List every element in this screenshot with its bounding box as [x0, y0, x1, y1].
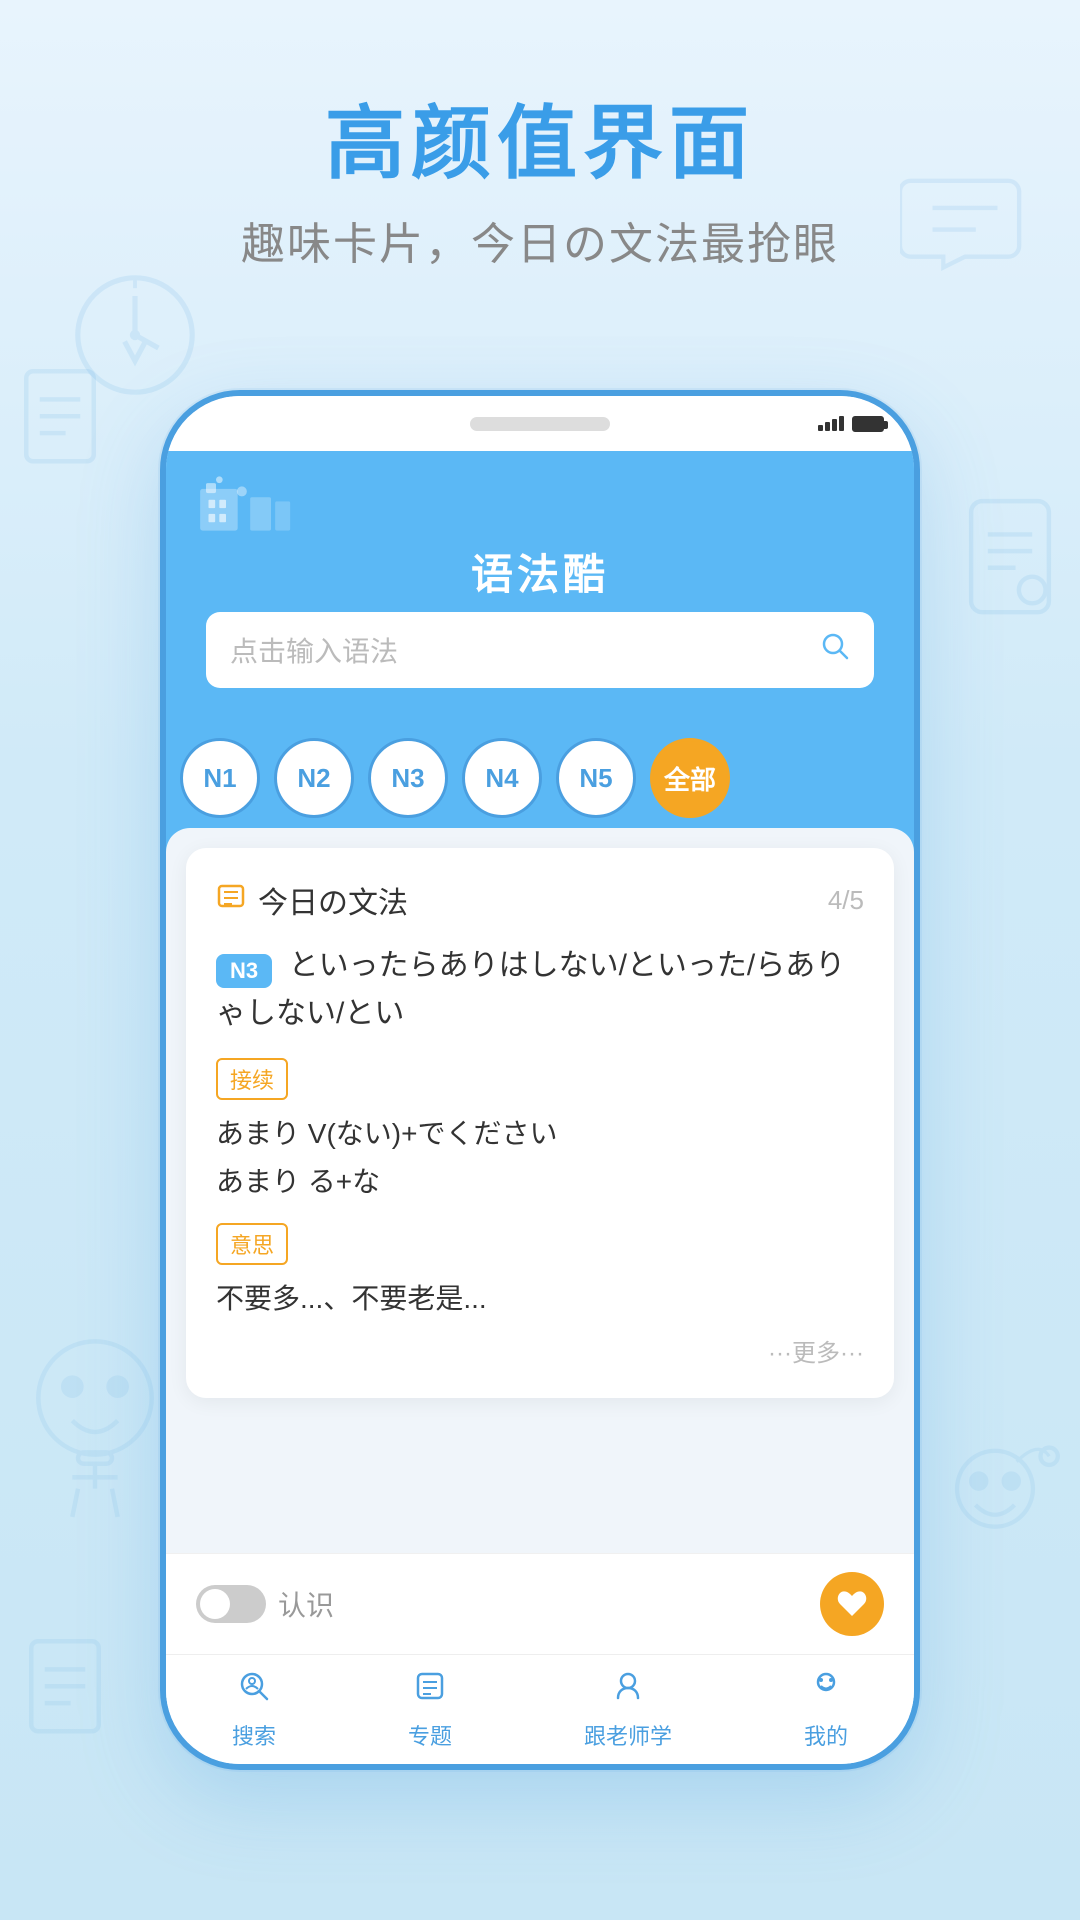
signal-icon — [818, 416, 844, 431]
more-link[interactable]: ···更多··· — [216, 1333, 864, 1368]
level-tab-all[interactable]: 全部 — [650, 738, 730, 818]
yisi-label: 意思 — [216, 1223, 288, 1265]
grammar-level-tag: N3 — [216, 954, 272, 988]
toggle-switch[interactable] — [196, 1585, 266, 1623]
card-title-wrap: 今日の文法 — [216, 878, 408, 922]
level-tab-n3[interactable]: N3 — [368, 738, 448, 818]
content-area: 今日の文法 4/5 N3 といったらありはしない/といった/らありゃしない/とい… — [166, 828, 914, 1764]
yisi-content: 不要多...、不要老是... — [216, 1275, 864, 1323]
battery-icon — [852, 416, 884, 432]
nav-item-mine[interactable]: 我的 — [804, 1668, 848, 1751]
grammar-item: N3 といったらありはしない/といった/らありゃしない/とい — [216, 942, 864, 1038]
nav-label-mine: 我的 — [804, 1719, 848, 1751]
header-illustration — [196, 471, 884, 531]
jixu-content: あまり V(ない)+でくださいあまり る+な — [216, 1110, 864, 1205]
bottom-nav: 搜索 专题 — [166, 1654, 914, 1764]
card-scroll: 今日の文法 4/5 N3 といったらありはしない/といった/らありゃしない/とい… — [166, 828, 914, 1553]
card-title: 今日の文法 — [258, 878, 408, 922]
app-screen: 语法酷 点击输入语法 N1 N2 N3 N4 N5 全部 — [166, 451, 914, 1764]
yisi-section: 意思 不要多...、不要老是... — [216, 1223, 864, 1323]
jixu-section: 接续 あまり V(ない)+でくださいあまり る+な — [216, 1058, 864, 1205]
recognize-button[interactable]: 认识 — [196, 1584, 334, 1624]
phone-top-bar — [166, 396, 914, 451]
phone-speaker — [470, 417, 610, 431]
status-bar — [818, 416, 884, 432]
search-nav-icon — [236, 1668, 272, 1713]
like-button[interactable] — [820, 1572, 884, 1636]
nav-label-topic: 专题 — [408, 1719, 452, 1751]
mine-nav-icon — [808, 1668, 844, 1713]
nav-item-topic[interactable]: 专题 — [408, 1668, 452, 1751]
level-tab-n5[interactable]: N5 — [556, 738, 636, 818]
grammar-card: 今日の文法 4/5 N3 といったらありはしない/といった/らありゃしない/とい… — [186, 848, 894, 1398]
jixu-label: 接续 — [216, 1058, 288, 1100]
nav-item-teacher[interactable]: 跟老师学 — [584, 1668, 672, 1751]
bottom-action: 认识 — [166, 1553, 914, 1654]
app-header: 语法酷 点击输入语法 — [166, 451, 914, 718]
grammar-title: といったらありはしない/といった/らありゃしない/とい — [216, 949, 845, 1030]
card-progress: 4/5 — [828, 885, 864, 916]
search-placeholder: 点击输入语法 — [230, 630, 398, 670]
sub-title: 趣味卡片，今日の文法最抢眼 — [0, 208, 1080, 272]
toggle-knob — [200, 1589, 230, 1619]
phone-mockup: 语法酷 点击输入语法 N1 N2 N3 N4 N5 全部 — [160, 390, 920, 1770]
recognize-text: 认识 — [278, 1584, 334, 1624]
card-icon — [216, 881, 246, 919]
search-bar[interactable]: 点击输入语法 — [206, 612, 874, 688]
nav-item-search[interactable]: 搜索 — [232, 1668, 276, 1751]
topic-nav-icon — [412, 1668, 448, 1713]
app-title: 语法酷 — [196, 541, 884, 602]
level-tab-n2[interactable]: N2 — [274, 738, 354, 818]
main-title: 高颜值界面 — [0, 100, 1080, 188]
level-tabs: N1 N2 N3 N4 N5 全部 — [166, 718, 914, 828]
search-icon — [820, 631, 850, 669]
level-tab-n1[interactable]: N1 — [180, 738, 260, 818]
nav-label-search: 搜索 — [232, 1719, 276, 1751]
teacher-nav-icon — [610, 1668, 646, 1713]
nav-label-teacher: 跟老师学 — [584, 1719, 672, 1751]
level-tab-n4[interactable]: N4 — [462, 738, 542, 818]
header-area: 高颜值界面 趣味卡片，今日の文法最抢眼 — [0, 100, 1080, 272]
card-header: 今日の文法 4/5 — [216, 878, 864, 922]
